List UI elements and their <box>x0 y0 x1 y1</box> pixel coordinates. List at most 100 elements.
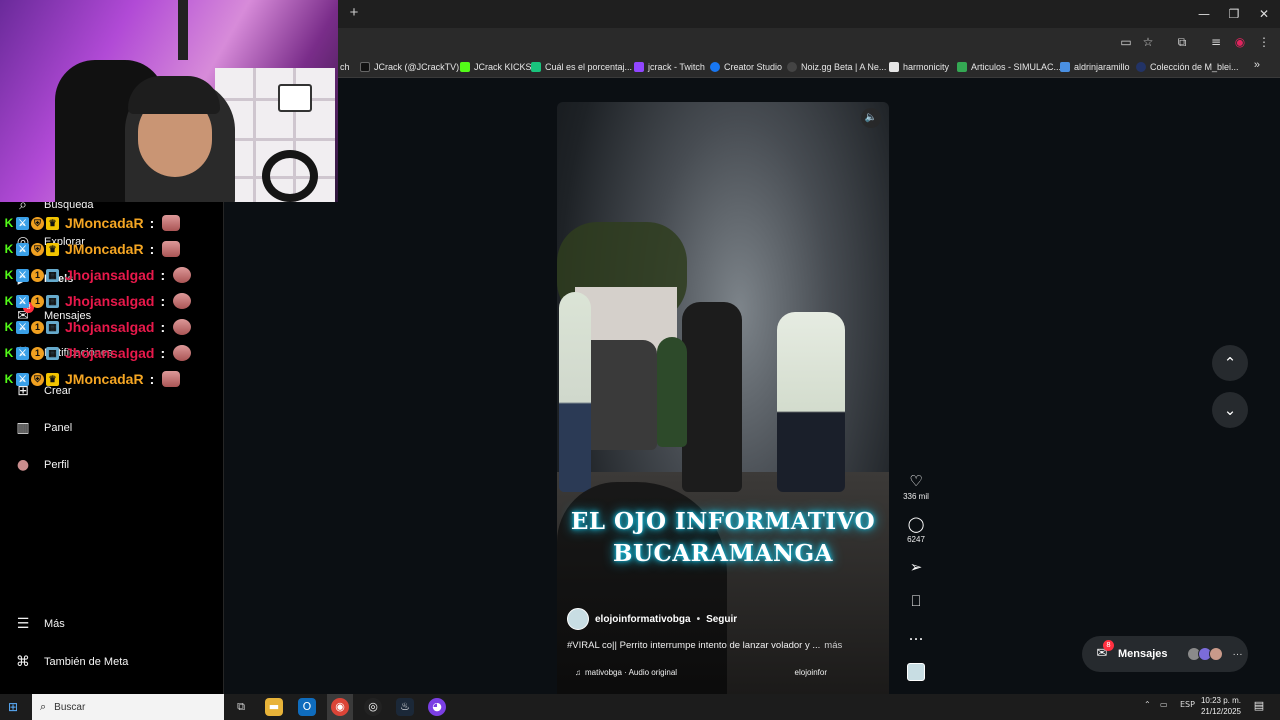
bookmark-label: jcrack - Twitch <box>648 62 705 72</box>
chat-username: Jhojansalgad <box>65 267 155 283</box>
bookmark-item[interactable]: Articulos - SIMULAC... <box>957 59 1061 75</box>
reel-scene-person <box>559 292 591 492</box>
reel-audio[interactable]: ♫ mativobga · Audio original <box>575 668 677 677</box>
separator-dot: • <box>696 613 701 625</box>
close-window-button[interactable]: ✕ <box>1248 4 1280 24</box>
language-indicator[interactable]: ESP <box>1180 700 1195 709</box>
messages-floating-button[interactable]: ✉ 8 Mensajes ··· <box>1082 636 1248 672</box>
shield-badge-icon: ⛨ <box>31 242 44 256</box>
chart-icon: ▥ <box>16 420 30 436</box>
cast-icon[interactable]: ▭ <box>1118 34 1134 50</box>
tray-chevron-icon[interactable]: ⌃ <box>1144 700 1151 709</box>
profile-icon[interactable]: ◉ <box>1232 34 1248 50</box>
outlook-icon[interactable]: O <box>298 698 316 716</box>
crown-badge-icon: ♛ <box>46 372 59 386</box>
caption-text: #VIRAL co|| Perrito interrumpe intento d… <box>567 640 821 651</box>
network-icon[interactable]: ▭ <box>1160 700 1168 709</box>
author-username[interactable]: elojoinformativobga <box>595 614 691 625</box>
bookmark-item[interactable]: Noiz.gg Beta | A Ne... <box>787 59 886 75</box>
more-options-button[interactable]: … <box>902 626 930 644</box>
music-note-icon: ♫ <box>575 668 581 677</box>
bookmark-item[interactable]: JCrack (@JCrackTV)... <box>360 59 467 75</box>
chat-colon: : <box>160 267 166 283</box>
previous-reel-button[interactable]: ⌃ <box>1212 345 1248 381</box>
reel-caption: #VIRAL co|| Perrito interrumpe intento d… <box>567 640 842 651</box>
emote-icon <box>173 319 192 335</box>
sidebar-item-also-from-meta[interactable]: ⌘ También de Meta <box>14 649 128 675</box>
threads-icon: ⌘ <box>16 654 30 670</box>
webcam-wall-decor <box>178 0 188 60</box>
twitch-icon <box>634 62 644 72</box>
emote-icon <box>162 215 181 231</box>
steam-icon[interactable]: ♨ <box>396 698 414 716</box>
webcam-steering-wheel <box>262 150 318 202</box>
reel-video[interactable]: 🔈 EL OJO INFORMATIVO BUCARAMANGA elojoin… <box>557 102 889 694</box>
sidebar-item-more[interactable]: ☰ Más <box>14 611 65 637</box>
volume-icon[interactable]: 🔈 <box>861 108 881 128</box>
bookmark-item[interactable]: Creator Studio <box>710 59 782 75</box>
new-tab-button[interactable]: + <box>346 5 362 21</box>
grid-badge-icon: ▦ <box>46 294 59 308</box>
bookmark-item[interactable]: Cuál es el porcentaj... <box>531 59 632 75</box>
bookmark-item[interactable]: jcrack - Twitch <box>634 59 705 75</box>
comment-button[interactable]: ◯ 6247 <box>902 515 930 544</box>
kick-badge-icon: K <box>4 268 14 282</box>
bookmarks-more-button[interactable]: » <box>1254 59 1260 71</box>
follow-button[interactable]: Seguir <box>706 614 737 625</box>
bookmark-item[interactable]: aldrinjaramillo <box>1060 59 1130 75</box>
caption-more-link[interactable]: más <box>824 640 842 651</box>
sidebar-item-dashboard[interactable]: ▥ Panel <box>14 415 72 441</box>
next-reel-button[interactable]: ⌄ <box>1212 392 1248 428</box>
reel-audio-tag[interactable]: elojoinfor <box>795 668 827 677</box>
save-button[interactable]: ⎕ <box>902 592 930 610</box>
harmonicity-icon <box>889 62 899 72</box>
more-dots-icon: … <box>908 626 924 644</box>
author-avatar[interactable] <box>567 608 589 630</box>
like-button[interactable]: ♡ 336 mil <box>902 472 930 501</box>
share-button[interactable]: ➢ <box>902 558 930 576</box>
chat-username: JMoncadaR <box>65 241 144 257</box>
bookmark-item[interactable]: ch <box>340 59 350 75</box>
one-badge-icon: 1 <box>31 294 44 308</box>
heart-icon: ♡ <box>909 472 923 490</box>
chat-line: K ⚔ ⛨ ♛ JMoncadaR: <box>4 210 224 236</box>
sword-badge-icon: ⚔ <box>16 268 29 282</box>
file-explorer-icon[interactable]: ▬ <box>265 698 283 716</box>
x-icon <box>360 62 370 72</box>
kick-badge-icon: K <box>4 320 14 334</box>
reel-author: elojoinformativobga • Seguir <box>567 608 737 630</box>
restore-button[interactable]: ❐ <box>1218 4 1250 24</box>
notification-center-icon[interactable]: ▤ <box>1252 699 1266 713</box>
crown-badge-icon: ♛ <box>46 242 59 256</box>
media-controls-icon[interactable]: ≡ <box>1208 34 1224 50</box>
bookmark-item[interactable]: harmonicity <box>889 59 949 75</box>
messages-badge: 8 <box>1103 640 1114 651</box>
windows-start-icon[interactable]: ⊞ <box>8 700 22 714</box>
obs-icon[interactable]: ◎ <box>364 698 382 716</box>
clock-time: 10:23 p. m. <box>1200 696 1242 705</box>
chrome-icon[interactable]: ◉ <box>331 698 349 716</box>
bookmark-star-icon[interactable]: ☆ <box>1140 34 1156 50</box>
chat-colon: : <box>160 319 166 335</box>
task-view-icon[interactable]: ⧉ <box>232 698 250 716</box>
taskbar-search[interactable]: ⌕ Buscar <box>32 694 224 720</box>
sword-badge-icon: ⚔ <box>16 320 29 334</box>
minimize-button[interactable]: — <box>1188 4 1220 24</box>
emote-icon <box>173 293 192 309</box>
bookmark-icon: ⎕ <box>911 592 921 610</box>
menu-dots-icon[interactable]: ⋮ <box>1256 34 1272 50</box>
bookmark-item[interactable]: Colección de M_blei... <box>1136 59 1239 75</box>
audio-thumbnail[interactable] <box>907 663 925 681</box>
extensions-icon[interactable]: ⧉ <box>1174 34 1190 50</box>
chat-colon: : <box>160 293 166 309</box>
taskbar-clock[interactable]: 10:23 p. m. 21/12/2025 <box>1198 695 1244 717</box>
chat-line: K ⚔ ⛨ ♛ JMoncadaR: <box>4 236 224 262</box>
sword-badge-icon: ⚔ <box>16 372 29 386</box>
profile-avatar-icon: ● <box>16 457 30 473</box>
app-icon[interactable]: ◕ <box>428 698 446 716</box>
kick-badge-icon: K <box>4 216 14 230</box>
comment-count: 6247 <box>907 535 925 544</box>
bookmark-item[interactable]: JCrack KICKS <box>460 59 532 75</box>
sidebar-item-profile[interactable]: ● Perfil <box>14 452 69 478</box>
reel-scene-person <box>682 302 742 492</box>
